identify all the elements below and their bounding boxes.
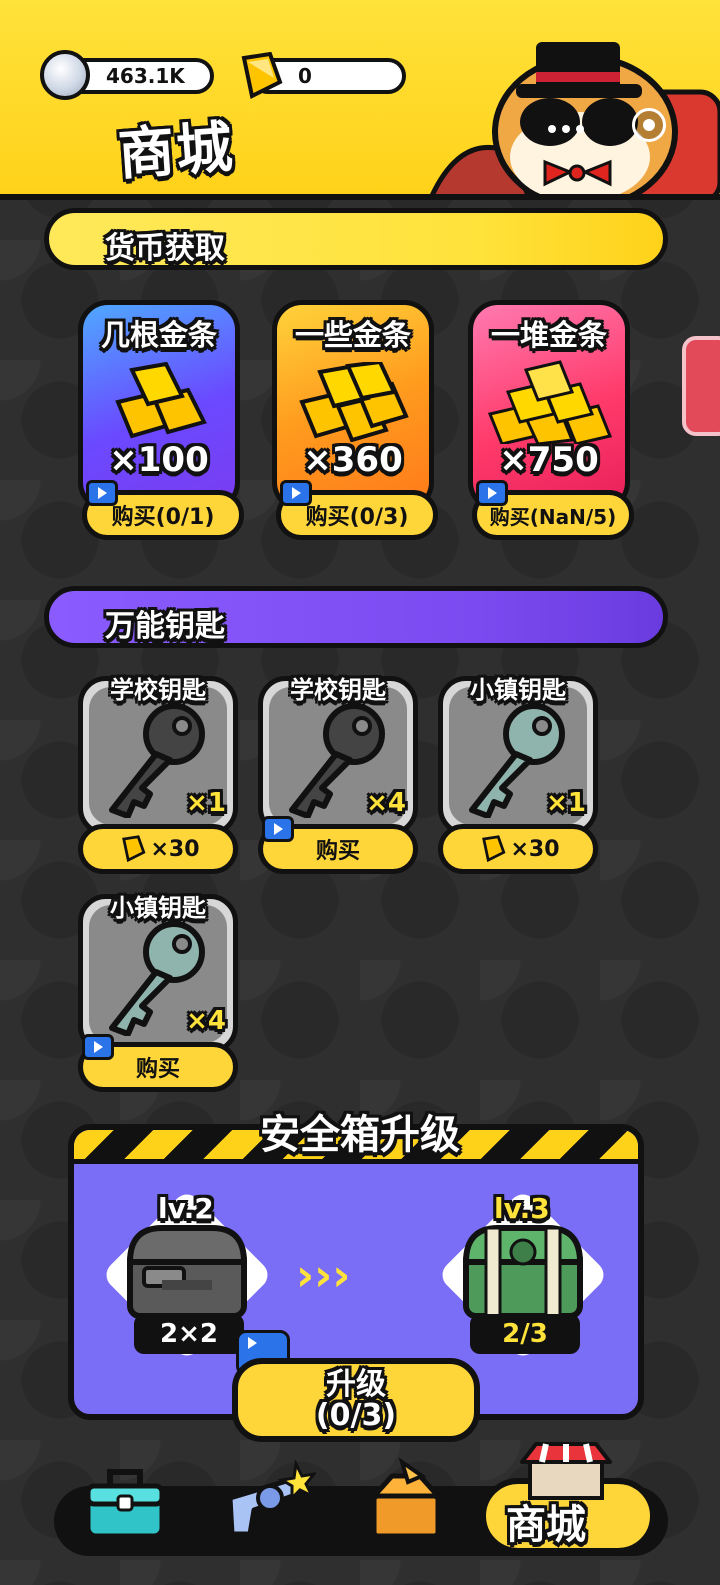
gold-bars-icon	[115, 362, 207, 439]
key-item-school-4[interactable]: 学校钥匙 ×4 购买	[258, 676, 418, 876]
upgrade-title: 安全箱升级	[260, 1112, 460, 1158]
shop-icon	[520, 1442, 612, 1500]
key-name: 学校钥匙	[110, 676, 206, 704]
green-safe-box-icon	[462, 1225, 584, 1319]
gold-pack-name: 一堆金条	[490, 318, 607, 352]
gold-pack-small[interactable]: 几根金条 ×100 购买(0/1)	[78, 300, 244, 540]
buy-button[interactable]: ×30	[438, 824, 598, 874]
gold-pack-large[interactable]: 一堆金条 ×750 购买(NaN/5)	[468, 300, 634, 540]
upgrade-arrows: ›››	[296, 1250, 351, 1301]
from-level: lv.2	[158, 1192, 214, 1225]
shop-tab-label: 商城	[506, 1502, 586, 1548]
video-ad-icon	[86, 480, 118, 506]
upgrade-button-label: 升级	[326, 1366, 386, 1402]
gold-pack-name: 一些金条	[294, 318, 411, 352]
gold-bar-icon	[241, 52, 283, 99]
key-item-school-1[interactable]: 学校钥匙 ×1 ×30	[78, 676, 238, 876]
gold-pile-icon	[488, 360, 612, 444]
hamster-mascot-icon	[430, 42, 720, 194]
price-label: ×30	[150, 836, 200, 862]
buy-label: 购买	[315, 839, 360, 864]
toolbox-icon[interactable]	[82, 1460, 168, 1540]
buy-label: 购买(0/3)	[305, 505, 409, 530]
gold-pack-qty: ×360	[303, 440, 403, 480]
silver-coin-icon	[40, 50, 90, 100]
key-name: 小镇钥匙	[110, 894, 206, 922]
buy-label: 购买(NaN/5)	[489, 504, 617, 529]
keys-section-header: 万能钥匙	[44, 586, 668, 648]
upgrade-button-progress: (0/3)	[315, 1398, 397, 1433]
gray-safe-box-icon	[126, 1225, 248, 1319]
gold-pack-qty: ×750	[499, 440, 599, 480]
to-size: 2/3	[470, 1314, 580, 1354]
record-button[interactable]	[632, 108, 666, 142]
gold-bar-icon	[122, 835, 146, 863]
side-ad-button[interactable]	[682, 336, 720, 436]
video-ad-icon	[476, 480, 508, 506]
video-ad-icon	[82, 1034, 114, 1060]
to-level: lv.3	[494, 1192, 550, 1225]
gold-pack-qty: ×100	[109, 440, 209, 480]
menu-dots-icon[interactable]	[548, 118, 590, 137]
buy-label: 购买(0/1)	[111, 505, 215, 530]
key-name: 小镇钥匙	[470, 676, 566, 704]
gold-pack-name: 几根金条	[100, 318, 217, 352]
buy-label: 购买	[135, 1057, 180, 1082]
video-ad-icon	[262, 816, 294, 842]
key-name: 学校钥匙	[290, 676, 386, 704]
video-ad-icon	[280, 480, 312, 506]
key-item-town-4[interactable]: 小镇钥匙 ×4 购买	[78, 894, 238, 1094]
key-item-town-1[interactable]: 小镇钥匙 ×1 ×30	[438, 676, 598, 876]
box-open-icon[interactable]	[362, 1458, 450, 1540]
buy-button[interactable]: ×30	[78, 824, 238, 874]
price-label: ×30	[510, 836, 560, 862]
from-size: 2×2	[134, 1314, 244, 1354]
currency-section-header: 货币获取	[44, 208, 668, 270]
page-title: 商城	[116, 115, 237, 188]
keys-section-title: 万能钥匙	[105, 609, 225, 644]
upgrade-button[interactable]: 升级 (0/3)	[232, 1358, 480, 1442]
revolver-icon[interactable]	[220, 1454, 316, 1540]
gold-pack-medium[interactable]: 一些金条 ×360 购买(0/3)	[272, 300, 438, 540]
key-qty: ×1	[546, 788, 586, 818]
key-qty: ×4	[366, 788, 406, 818]
key-qty: ×1	[186, 788, 226, 818]
key-qty: ×4	[186, 1006, 226, 1036]
header: 463.1K 0 商城	[0, 0, 720, 200]
gold-bars-icon	[299, 362, 409, 442]
gold-bar-icon	[482, 835, 506, 863]
currency-section-title: 货币获取	[105, 231, 225, 266]
